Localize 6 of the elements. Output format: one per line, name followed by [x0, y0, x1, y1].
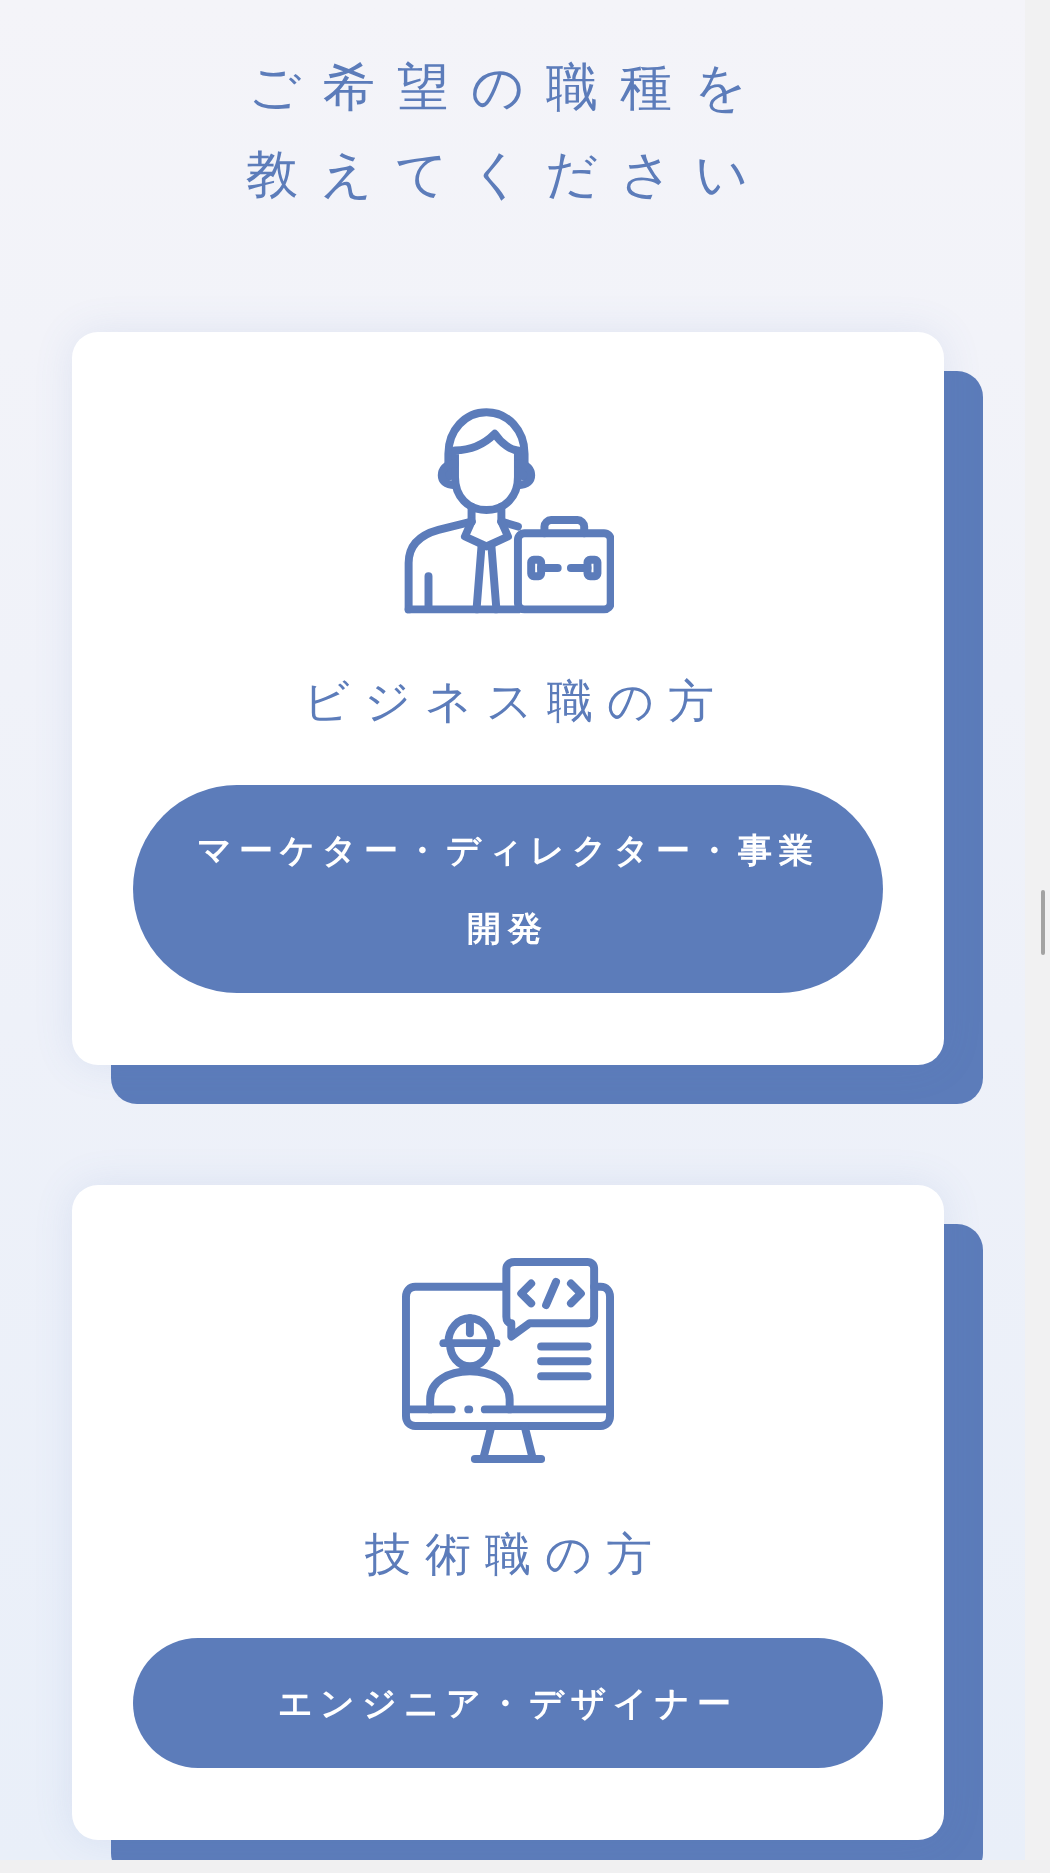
- scrollbar-thumb[interactable]: [1041, 890, 1045, 955]
- card-title: ビジネス職の方: [302, 673, 728, 730]
- job-category-button[interactable]: エンジニア・デザイナー: [133, 1638, 883, 1768]
- card-title: 技術職の方: [364, 1526, 666, 1583]
- page-heading: ご希望の職種を教えてください: [245, 56, 771, 206]
- job-category-button[interactable]: マーケター・ディレクター・事業開発: [133, 785, 883, 993]
